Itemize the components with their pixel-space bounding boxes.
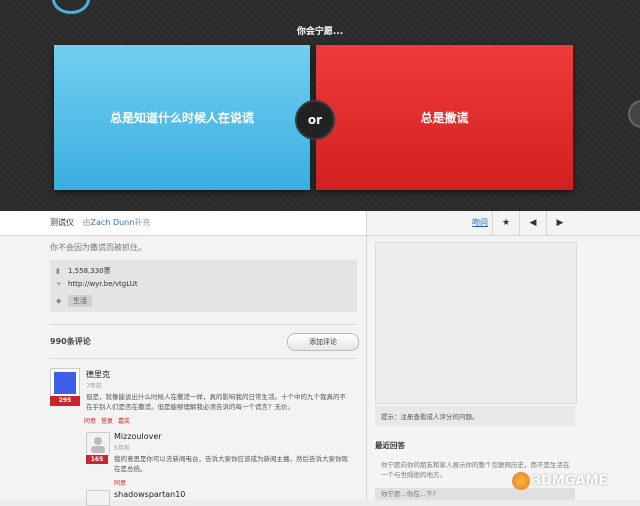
add-comment-button[interactable]: 添加评论	[287, 333, 359, 351]
question-info-bar: 测谎仪 由Zach Dunn补充 吻问 ★ ◀ ▶	[0, 211, 640, 236]
comment-author[interactable]: Mizzoulover	[114, 432, 162, 441]
option-left-button[interactable]: 总是知道什么时候人在说谎	[54, 45, 310, 190]
stats-box: ▮ 1,558,330票 ⚭ http://wyr.be/vtgLUt ◆ 生活	[50, 260, 357, 312]
next-question-arrow-icon[interactable]	[628, 100, 640, 128]
comment-author[interactable]: shadowspartan10	[114, 490, 185, 499]
comment-time: 5年前	[114, 445, 130, 452]
category-row: ◆ 生活	[56, 295, 92, 307]
avatar[interactable]	[86, 490, 110, 506]
votes-count: 1,558,330票	[68, 267, 111, 275]
prev-arrow-icon[interactable]: ◀	[519, 211, 546, 235]
signup-note: 提示：注册查看成人评分的问题。	[375, 406, 575, 426]
main-column: 你不会因为撒谎而被抓住。 ▮ 1,558,330票 ⚭ http://wyr.be/…	[0, 236, 366, 506]
recent-answers-title: 最近回答	[375, 441, 405, 450]
site-logo[interactable]	[52, 0, 90, 14]
avatar[interactable]	[50, 368, 80, 398]
bar-chart-icon: ▮	[56, 267, 60, 275]
comment-actions: 同意 答复 嘉奖	[84, 416, 135, 425]
right-sidebar: 提示：注册查看成人评分的问题。 最近回答 你宁愿向你的朋友和家人展示你的整个互联…	[366, 236, 640, 500]
link-icon: ⚭	[56, 280, 62, 288]
votes-row: ▮ 1,558,330票	[56, 266, 111, 276]
watermark-logo-icon	[512, 472, 530, 490]
comments-count: 990条评论	[50, 337, 91, 346]
agree-link[interactable]: 同意	[84, 418, 96, 425]
comment-actions: 同意	[114, 478, 131, 487]
question-toolbar: 吻问 ★ ◀ ▶	[366, 211, 640, 235]
question-banner: 你会宁愿... 总是知道什么时候人在说谎 or 总是撒谎	[0, 0, 640, 211]
agree-link[interactable]: 同意	[114, 480, 126, 487]
short-url[interactable]: http://wyr.be/vtgLUt	[68, 280, 138, 288]
question-tag: 测谎仪	[50, 218, 74, 227]
question-title: 你会宁愿...	[296, 27, 344, 37]
divider	[50, 324, 357, 325]
tag-icon: ◆	[56, 297, 62, 305]
comment-time: 7年前	[86, 383, 102, 390]
author-line: 由Zach Dunn补充	[82, 218, 151, 227]
option-right-button[interactable]: 总是撒谎	[316, 45, 573, 190]
category-tag[interactable]: 生活	[68, 295, 92, 307]
avatar[interactable]	[86, 432, 110, 456]
question-description: 你不会因为撒谎而被抓住。	[50, 243, 146, 252]
comment-text: 但是，就像能说出什么时候人在撒谎一样，真的影响我的日常生活。十个中的九个我真的不…	[86, 393, 346, 411]
comment-score: 295	[50, 396, 80, 406]
question-tag-line: 测谎仪 由Zach Dunn补充	[50, 217, 150, 228]
toolbar-link[interactable]: 吻问	[472, 217, 488, 228]
reward-link[interactable]: 嘉奖	[118, 418, 130, 425]
or-badge: or	[295, 100, 335, 140]
default-user-icon	[91, 437, 105, 453]
url-row: ⚭ http://wyr.be/vtgLUt	[56, 280, 138, 288]
comment-score: 165	[86, 455, 108, 464]
comment-text: 我的意思是你可以去新闻电台，告诉大家你应该成为新闻主播，然后告诉大家你现 在是总…	[114, 455, 348, 473]
comment-author[interactable]: 德里克	[86, 369, 110, 380]
next-arrow-icon[interactable]: ▶	[546, 211, 573, 235]
author-link[interactable]: Zach Dunn	[91, 218, 135, 227]
watermark: 3DMGAME	[512, 472, 607, 490]
reply-link[interactable]: 答复	[101, 418, 113, 425]
favorite-star-icon[interactable]: ★	[492, 211, 519, 235]
divider	[50, 358, 357, 359]
ad-placeholder	[375, 242, 577, 404]
avatar-image	[54, 372, 76, 394]
